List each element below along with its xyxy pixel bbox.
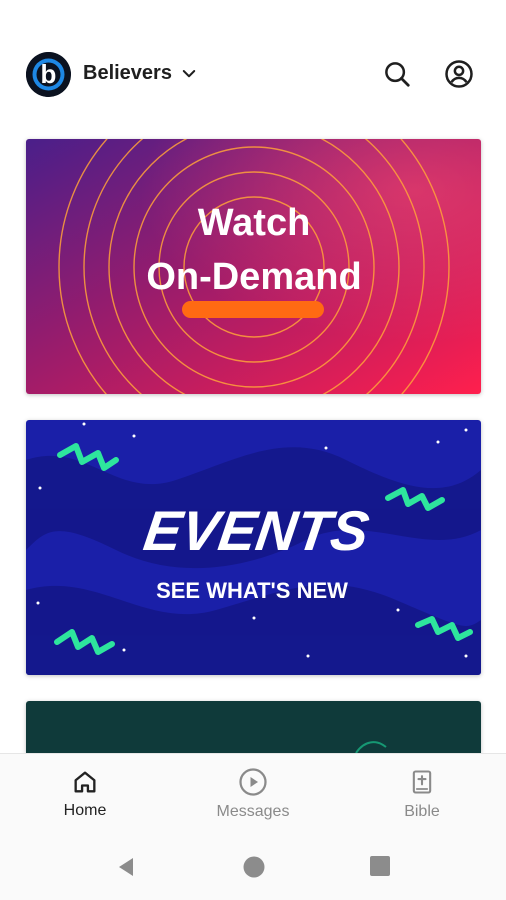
- profile-button[interactable]: [442, 57, 476, 91]
- app-header: b Believers: [0, 0, 506, 130]
- events-title: EVENTS: [140, 499, 373, 562]
- org-switcher[interactable]: Believers: [83, 62, 198, 85]
- watch-on-demand-banner: Watch On-Demand: [26, 139, 481, 394]
- back-icon[interactable]: [114, 855, 138, 879]
- nav-bible[interactable]: Bible: [352, 754, 492, 834]
- home-circle-icon[interactable]: [242, 855, 266, 879]
- accent-underline: [182, 301, 324, 318]
- church-logo[interactable]: b: [26, 52, 71, 97]
- logo-letter: b: [41, 59, 57, 89]
- third-card-banner: [26, 701, 481, 753]
- card-title-line2: On-Demand: [146, 256, 361, 298]
- bottom-navigation: Home Messages Bible: [0, 753, 506, 834]
- chevron-down-icon: [182, 69, 196, 77]
- nav-home[interactable]: Home: [15, 754, 155, 834]
- bible-icon: [412, 770, 432, 794]
- nav-messages-label: Messages: [216, 803, 290, 820]
- events-subtitle: SEE WHAT'S NEW: [156, 578, 348, 603]
- recents-icon[interactable]: [369, 855, 391, 877]
- nav-home-label: Home: [63, 802, 107, 819]
- events-banner: EVENTS SEE WHAT'S NEW: [26, 420, 481, 675]
- home-icon: [74, 771, 96, 793]
- search-button[interactable]: [380, 57, 414, 91]
- card-title-line1: Watch: [198, 202, 311, 244]
- third-card[interactable]: [26, 701, 481, 753]
- nav-bible-label: Bible: [404, 803, 440, 820]
- events-card[interactable]: EVENTS SEE WHAT'S NEW: [26, 420, 481, 675]
- system-navigation-bar: [0, 833, 506, 900]
- nav-messages[interactable]: Messages: [183, 754, 323, 834]
- logo-icon: b: [26, 52, 71, 97]
- watch-on-demand-card[interactable]: Watch On-Demand: [26, 139, 481, 394]
- search-icon: [385, 62, 410, 87]
- org-name: Believers: [83, 62, 172, 84]
- account-icon: [445, 60, 473, 88]
- play-circle-icon: [239, 768, 267, 796]
